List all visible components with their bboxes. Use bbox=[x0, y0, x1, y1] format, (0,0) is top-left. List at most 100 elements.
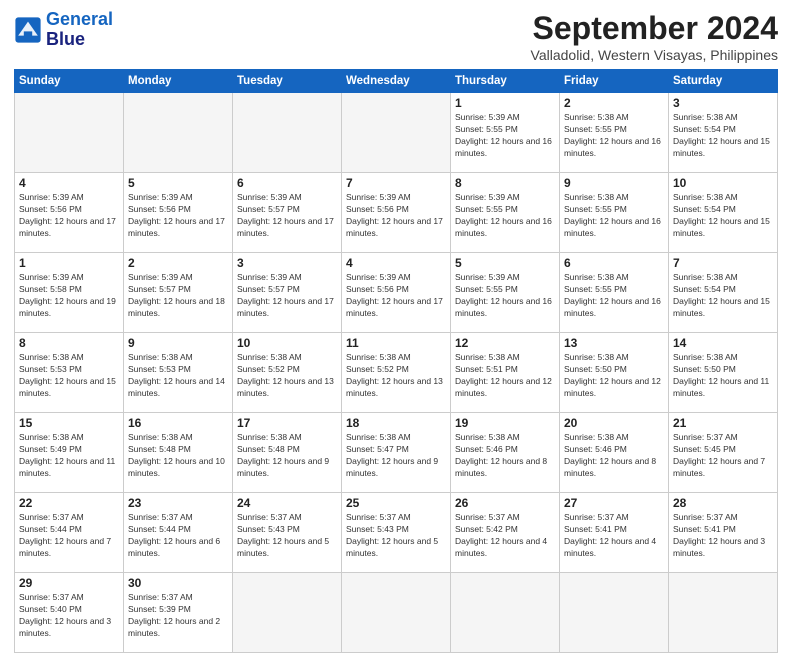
day-info: Sunrise: 5:38 AMSunset: 5:49 PMDaylight:… bbox=[19, 432, 119, 480]
day-number: 11 bbox=[346, 336, 446, 350]
day-number: 1 bbox=[19, 256, 119, 270]
day-number: 16 bbox=[128, 416, 228, 430]
table-cell: 7Sunrise: 5:39 AMSunset: 5:56 PMDaylight… bbox=[342, 173, 451, 253]
table-cell: 14 Sunrise: 5:38 AMSunset: 5:50 PMDayligh… bbox=[669, 333, 778, 413]
day-info: Sunrise: 5:38 AMSunset: 5:54 PMDaylight:… bbox=[673, 112, 773, 160]
day-number: 17 bbox=[237, 416, 337, 430]
day-number: 2 bbox=[128, 256, 228, 270]
table-cell bbox=[451, 573, 560, 653]
table-cell: 16Sunrise: 5:38 AMSunset: 5:48 PMDayligh… bbox=[124, 413, 233, 493]
day-info: Sunrise: 5:38 AMSunset: 5:47 PMDaylight:… bbox=[346, 432, 446, 480]
day-info: Sunrise: 5:38 AMSunset: 5:52 PMDaylight:… bbox=[346, 352, 446, 400]
table-cell: 15Sunrise: 5:38 AMSunset: 5:49 PMDayligh… bbox=[15, 413, 124, 493]
day-number: 22 bbox=[19, 496, 119, 510]
day-info: Sunrise: 5:37 AMSunset: 5:45 PMDaylight:… bbox=[673, 432, 773, 480]
day-number: 10 bbox=[673, 176, 773, 190]
table-cell: 6Sunrise: 5:39 AMSunset: 5:57 PMDaylight… bbox=[233, 173, 342, 253]
day-number: 2 bbox=[564, 96, 664, 110]
table-cell: 10 Sunrise: 5:38 AMSunset: 5:54 PMDayligh… bbox=[669, 173, 778, 253]
table-cell: 5 Sunrise: 5:39 AMSunset: 5:55 PMDaylight… bbox=[451, 253, 560, 333]
day-number: 18 bbox=[346, 416, 446, 430]
day-number: 7 bbox=[673, 256, 773, 270]
table-cell: 8 Sunrise: 5:38 AMSunset: 5:53 PMDaylight… bbox=[15, 333, 124, 413]
table-cell: 9Sunrise: 5:38 AMSunset: 5:55 PMDaylight… bbox=[560, 173, 669, 253]
day-info: Sunrise: 5:39 AMSunset: 5:57 PMDaylight:… bbox=[237, 192, 337, 240]
table-cell: 7 Sunrise: 5:38 AMSunset: 5:54 PMDaylight… bbox=[669, 253, 778, 333]
day-number: 29 bbox=[19, 576, 119, 590]
table-cell: 25Sunrise: 5:37 AMSunset: 5:43 PMDayligh… bbox=[342, 493, 451, 573]
table-cell: 29Sunrise: 5:37 AMSunset: 5:40 PMDayligh… bbox=[15, 573, 124, 653]
table-cell bbox=[124, 93, 233, 173]
title-area: September 2024 Valladolid, Western Visay… bbox=[531, 10, 778, 63]
table-cell: 20 Sunrise: 5:38 AMSunset: 5:46 PMDayligh… bbox=[560, 413, 669, 493]
day-number: 4 bbox=[19, 176, 119, 190]
table-cell: 6Sunrise: 5:38 AMSunset: 5:55 PMDaylight… bbox=[560, 253, 669, 333]
table-cell: 19Sunrise: 5:38 AMSunset: 5:46 PMDayligh… bbox=[451, 413, 560, 493]
day-number: 27 bbox=[564, 496, 664, 510]
col-friday: Friday bbox=[560, 70, 669, 93]
day-number: 26 bbox=[455, 496, 555, 510]
table-cell: 2 Sunrise: 5:38 AMSunset: 5:55 PMDaylight… bbox=[560, 93, 669, 173]
month-title: September 2024 bbox=[531, 10, 778, 47]
col-thursday: Thursday bbox=[451, 70, 560, 93]
table-cell bbox=[669, 573, 778, 653]
table-row: 1Sunrise: 5:39 AMSunset: 5:58 PMDaylight… bbox=[15, 253, 778, 333]
table-row: 15Sunrise: 5:38 AMSunset: 5:49 PMDayligh… bbox=[15, 413, 778, 493]
calendar-table: Sunday Monday Tuesday Wednesday Thursday… bbox=[14, 69, 778, 653]
day-info: Sunrise: 5:37 AMSunset: 5:42 PMDaylight:… bbox=[455, 512, 555, 560]
day-info: Sunrise: 5:39 AMSunset: 5:55 PMDaylight:… bbox=[455, 112, 555, 160]
table-cell: 5Sunrise: 5:39 AMSunset: 5:56 PMDaylight… bbox=[124, 173, 233, 253]
table-cell: 1 Sunrise: 5:39 AMSunset: 5:55 PMDaylight… bbox=[451, 93, 560, 173]
day-number: 20 bbox=[564, 416, 664, 430]
day-number: 5 bbox=[455, 256, 555, 270]
day-info: Sunrise: 5:39 AMSunset: 5:57 PMDaylight:… bbox=[128, 272, 228, 320]
table-row: 1 Sunrise: 5:39 AMSunset: 5:55 PMDaylight… bbox=[15, 93, 778, 173]
table-cell: 11 Sunrise: 5:38 AMSunset: 5:52 PMDayligh… bbox=[342, 333, 451, 413]
day-number: 30 bbox=[128, 576, 228, 590]
col-monday: Monday bbox=[124, 70, 233, 93]
day-number: 19 bbox=[455, 416, 555, 430]
day-info: Sunrise: 5:37 AMSunset: 5:43 PMDaylight:… bbox=[346, 512, 446, 560]
table-cell: 27Sunrise: 5:37 AMSunset: 5:41 PMDayligh… bbox=[560, 493, 669, 573]
day-info: Sunrise: 5:39 AMSunset: 5:57 PMDaylight:… bbox=[237, 272, 337, 320]
table-cell: 8Sunrise: 5:39 AMSunset: 5:55 PMDaylight… bbox=[451, 173, 560, 253]
day-number: 14 bbox=[673, 336, 773, 350]
table-cell: 17Sunrise: 5:38 AMSunset: 5:48 PMDayligh… bbox=[233, 413, 342, 493]
day-info: Sunrise: 5:39 AMSunset: 5:55 PMDaylight:… bbox=[455, 272, 555, 320]
logo: GeneralBlue bbox=[14, 10, 113, 50]
day-number: 1 bbox=[455, 96, 555, 110]
table-cell: 26 Sunrise: 5:37 AMSunset: 5:42 PMDayligh… bbox=[451, 493, 560, 573]
day-info: Sunrise: 5:37 AMSunset: 5:44 PMDaylight:… bbox=[128, 512, 228, 560]
day-info: Sunrise: 5:37 AMSunset: 5:41 PMDaylight:… bbox=[673, 512, 773, 560]
day-info: Sunrise: 5:38 AMSunset: 5:53 PMDaylight:… bbox=[19, 352, 119, 400]
day-info: Sunrise: 5:38 AMSunset: 5:53 PMDaylight:… bbox=[128, 352, 228, 400]
day-info: Sunrise: 5:38 AMSunset: 5:54 PMDaylight:… bbox=[673, 272, 773, 320]
day-number: 9 bbox=[564, 176, 664, 190]
table-cell: 10Sunrise: 5:38 AMSunset: 5:52 PMDayligh… bbox=[233, 333, 342, 413]
table-cell: 22Sunrise: 5:37 AMSunset: 5:44 PMDayligh… bbox=[15, 493, 124, 573]
day-info: Sunrise: 5:38 AMSunset: 5:50 PMDaylight:… bbox=[673, 352, 773, 400]
day-info: Sunrise: 5:38 AMSunset: 5:54 PMDaylight:… bbox=[673, 192, 773, 240]
day-number: 3 bbox=[673, 96, 773, 110]
table-cell: 18 Sunrise: 5:38 AMSunset: 5:47 PMDayligh… bbox=[342, 413, 451, 493]
day-number: 13 bbox=[564, 336, 664, 350]
table-cell: 24Sunrise: 5:37 AMSunset: 5:43 PMDayligh… bbox=[233, 493, 342, 573]
table-cell: 4Sunrise: 5:39 AMSunset: 5:56 PMDaylight… bbox=[342, 253, 451, 333]
table-row: 29Sunrise: 5:37 AMSunset: 5:40 PMDayligh… bbox=[15, 573, 778, 653]
col-tuesday: Tuesday bbox=[233, 70, 342, 93]
day-number: 8 bbox=[19, 336, 119, 350]
day-info: Sunrise: 5:38 AMSunset: 5:55 PMDaylight:… bbox=[564, 112, 664, 160]
day-info: Sunrise: 5:39 AMSunset: 5:56 PMDaylight:… bbox=[128, 192, 228, 240]
day-info: Sunrise: 5:38 AMSunset: 5:55 PMDaylight:… bbox=[564, 272, 664, 320]
day-info: Sunrise: 5:37 AMSunset: 5:43 PMDaylight:… bbox=[237, 512, 337, 560]
day-info: Sunrise: 5:39 AMSunset: 5:55 PMDaylight:… bbox=[455, 192, 555, 240]
day-number: 9 bbox=[128, 336, 228, 350]
table-cell: 28Sunrise: 5:37 AMSunset: 5:41 PMDayligh… bbox=[669, 493, 778, 573]
table-cell: 4Sunrise: 5:39 AMSunset: 5:56 PMDaylight… bbox=[15, 173, 124, 253]
table-cell: 3 Sunrise: 5:38 AMSunset: 5:54 PMDaylight… bbox=[669, 93, 778, 173]
day-info: Sunrise: 5:37 AMSunset: 5:39 PMDaylight:… bbox=[128, 592, 228, 640]
day-number: 7 bbox=[346, 176, 446, 190]
table-cell: 12Sunrise: 5:38 AMSunset: 5:51 PMDayligh… bbox=[451, 333, 560, 413]
day-info: Sunrise: 5:38 AMSunset: 5:46 PMDaylight:… bbox=[564, 432, 664, 480]
table-cell: 13Sunrise: 5:38 AMSunset: 5:50 PMDayligh… bbox=[560, 333, 669, 413]
